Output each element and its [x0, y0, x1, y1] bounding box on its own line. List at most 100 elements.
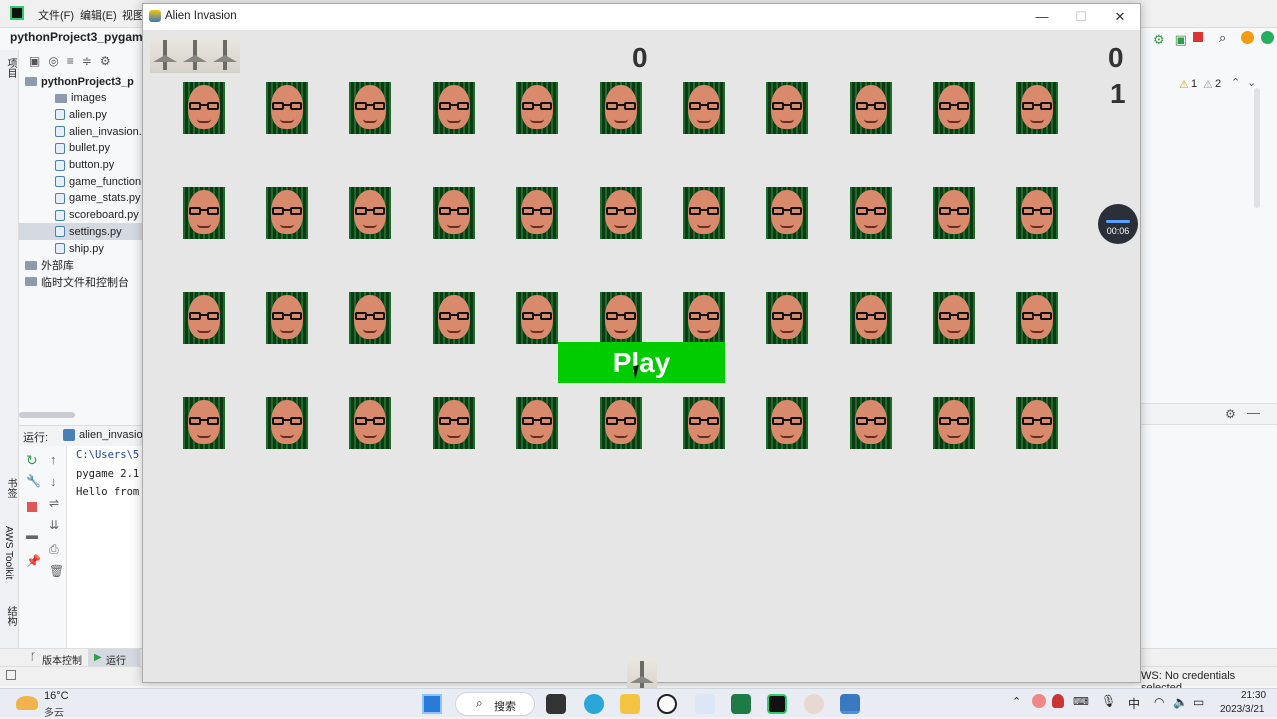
tree-item[interactable]: 临时文件和控制台	[19, 273, 142, 290]
alien	[183, 292, 225, 344]
scroll-to-end-icon[interactable]: ⇊	[49, 518, 59, 532]
print-icon[interactable]: ⎙	[49, 542, 59, 557]
excel-icon[interactable]	[731, 694, 751, 714]
tree-item[interactable]: button.py	[19, 157, 142, 174]
recording-timer[interactable]: 00:06	[1098, 204, 1138, 244]
tree-item-label: 临时文件和控制台	[41, 276, 129, 289]
tree-item[interactable]: pythonProject3_p	[19, 73, 142, 90]
down-arrow-icon[interactable]: ↓	[50, 474, 57, 489]
status-square-icon[interactable]	[6, 670, 16, 680]
stop-icon[interactable]	[27, 502, 37, 512]
clock-time[interactable]: 21:30	[1241, 690, 1266, 701]
volume-icon[interactable]: 🔈	[1173, 695, 1188, 709]
clock-date[interactable]: 2023/3/21	[1220, 704, 1265, 715]
edge-icon[interactable]	[584, 694, 604, 714]
battery-icon[interactable]: ▭	[1193, 695, 1204, 709]
rerun-icon[interactable]: ↻	[26, 452, 38, 469]
weak-warning-icon[interactable]: ⚠	[1203, 78, 1213, 91]
tree-item[interactable]: scoreboard.py	[19, 207, 142, 224]
file-explorer-icon[interactable]	[620, 694, 640, 714]
trash-icon[interactable]: 🗑	[49, 564, 64, 578]
game-canvas[interactable]: 0 0 1 Play	[143, 30, 1140, 694]
branch-icon: ᚴ	[30, 652, 36, 663]
chevron-down-icon[interactable]: ⌄	[1247, 76, 1256, 89]
tray-chevron-icon[interactable]: ⌃	[1012, 695, 1021, 708]
tab-version-control[interactable]: 版本控制	[42, 652, 82, 667]
chevron-up-icon[interactable]: ⌃	[1231, 76, 1240, 89]
alien	[516, 292, 558, 344]
keyboard-icon[interactable]: ⌨	[1073, 695, 1089, 708]
tree-item-label: alien.py	[69, 108, 107, 121]
dell-icon[interactable]	[657, 694, 677, 714]
search-icon[interactable]: ⌕	[1219, 30, 1226, 46]
menu-file[interactable]: 文件(F)	[38, 7, 74, 23]
start-icon[interactable]	[422, 694, 442, 714]
menu-view[interactable]: 视图	[122, 7, 144, 23]
tree-item-label: pythonProject3_p	[41, 75, 134, 88]
side-tab-structure[interactable]: 结构	[3, 606, 18, 626]
warning-icon[interactable]: ⚠	[1179, 78, 1189, 91]
tray-qq-icon[interactable]	[1052, 694, 1064, 708]
tree-item-label: bullet.py	[69, 142, 110, 155]
weather-temp[interactable]: 16°C	[44, 690, 69, 702]
notes-icon[interactable]	[695, 694, 715, 714]
tree-item[interactable]: 外部库	[19, 257, 142, 274]
ship-life-icon	[150, 37, 180, 73]
search-box[interactable]: ⌕ 搜索	[455, 692, 535, 716]
alien	[600, 397, 642, 449]
tree-item[interactable]: alien_invasion.	[19, 123, 142, 140]
level: 1	[1110, 78, 1126, 109]
alien	[349, 292, 391, 344]
menu-edit[interactable]: 编辑(E)	[80, 7, 117, 23]
tree-item[interactable]: alien.py	[19, 106, 142, 123]
waveform-icon	[1106, 220, 1130, 223]
tree-item[interactable]: settings.py	[19, 223, 142, 241]
weather-icon[interactable]	[16, 696, 38, 710]
tray-app-icon[interactable]	[1032, 694, 1046, 708]
alien	[349, 397, 391, 449]
wifi-icon[interactable]: ◠	[1154, 695, 1164, 709]
pin-icon[interactable]: 📌	[26, 554, 41, 568]
vertical-scrollbar[interactable]	[1254, 88, 1260, 208]
horizontal-scrollbar[interactable]	[19, 412, 75, 418]
update-icon[interactable]	[1241, 31, 1254, 44]
ime-indicator[interactable]: 中	[1128, 695, 1140, 712]
tree-item[interactable]: images	[19, 90, 142, 107]
mic-icon[interactable]: 🎙	[1101, 694, 1116, 708]
alien	[266, 292, 308, 344]
right-toolbar-icons[interactable]: ⚙▣	[1153, 32, 1197, 48]
side-tab-aws[interactable]: AWS Toolkit	[3, 526, 14, 579]
alien	[933, 397, 975, 449]
pycharm-icon[interactable]	[767, 694, 787, 714]
app-icon[interactable]	[804, 694, 824, 714]
soft-wrap-icon[interactable]: ⇌	[49, 496, 59, 510]
pygame-taskbar-icon[interactable]	[840, 694, 860, 714]
up-arrow-icon[interactable]: ↑	[50, 452, 57, 467]
alien	[600, 292, 642, 344]
side-tab-bookmarks[interactable]: 书签	[3, 478, 18, 498]
tab-run[interactable]: 运行	[106, 652, 126, 667]
alien	[183, 187, 225, 239]
run-tab-alien-invasion[interactable]: alien_invasio	[79, 429, 143, 441]
game-titlebar[interactable]: Alien Invasion — ☐ ✕	[143, 4, 1140, 30]
minimize-button[interactable]: —	[1023, 4, 1061, 30]
tree-item[interactable]: game_stats.py	[19, 190, 142, 207]
tree-item[interactable]: bullet.py	[19, 140, 142, 157]
alien	[600, 82, 642, 134]
stop-run-icon[interactable]	[1193, 32, 1203, 42]
ship-life-icon	[180, 37, 210, 73]
tree-item[interactable]: game_function	[19, 173, 142, 190]
minimize-panel-icon[interactable]: —	[1247, 405, 1260, 420]
run-panel: 运行: alien_invasio ↻ ↑ 🔧 ↓ ⇌ ⇊ ▬ ⎙ 📌 🗑 C:…	[19, 425, 143, 676]
gear-icon[interactable]: ⚙	[1225, 407, 1236, 421]
plugin-icon[interactable]	[1261, 31, 1274, 44]
project-panel: ▣◎≡≑⚙ pythonProject3_p images alien.py alie…	[19, 50, 142, 422]
maximize-button[interactable]: ☐	[1062, 4, 1100, 30]
side-tab-project[interactable]: 项目	[3, 58, 18, 78]
wrench-icon[interactable]: 🔧	[26, 474, 41, 488]
task-view-icon[interactable]	[546, 694, 566, 714]
tree-item[interactable]: ship.py	[19, 240, 142, 257]
layout-icon[interactable]: ▬	[26, 528, 38, 542]
python-file-icon	[55, 192, 65, 204]
close-button[interactable]: ✕	[1101, 4, 1139, 30]
